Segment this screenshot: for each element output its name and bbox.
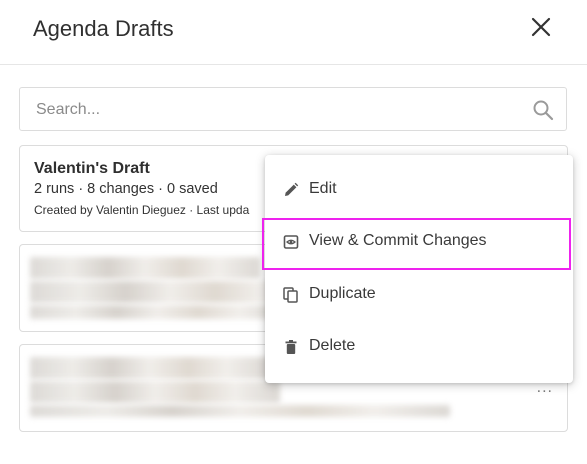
menu-item-label: Duplicate (309, 285, 376, 302)
search-box (19, 87, 567, 131)
menu-item-duplicate[interactable]: Duplicate (265, 273, 573, 317)
menu-item-label: Delete (309, 337, 356, 354)
dialog-header: Agenda Drafts (0, 0, 587, 65)
pencil-icon (283, 182, 299, 198)
dialog-title: Agenda Drafts (33, 16, 174, 41)
redacted-text (30, 257, 260, 279)
redacted-text (30, 357, 270, 379)
duplicate-icon (283, 287, 299, 303)
close-icon[interactable] (528, 14, 554, 40)
draft-stats: 2 runs · 8 changes · 0 saved (34, 181, 218, 197)
selection-highlight (262, 218, 571, 270)
draft-meta: Created by Valentin Dieguez · Last upda (34, 203, 250, 217)
redacted-text (30, 305, 285, 319)
menu-item-label: Edit (309, 180, 337, 197)
menu-item-delete[interactable]: Delete (265, 325, 573, 369)
redacted-text (30, 381, 280, 403)
trash-icon (283, 339, 299, 355)
search-icon[interactable] (532, 99, 554, 121)
redacted-text (30, 405, 450, 417)
search-input[interactable] (34, 98, 518, 122)
draft-title: Valentin's Draft (34, 160, 150, 177)
menu-item-edit[interactable]: Edit (265, 168, 573, 212)
